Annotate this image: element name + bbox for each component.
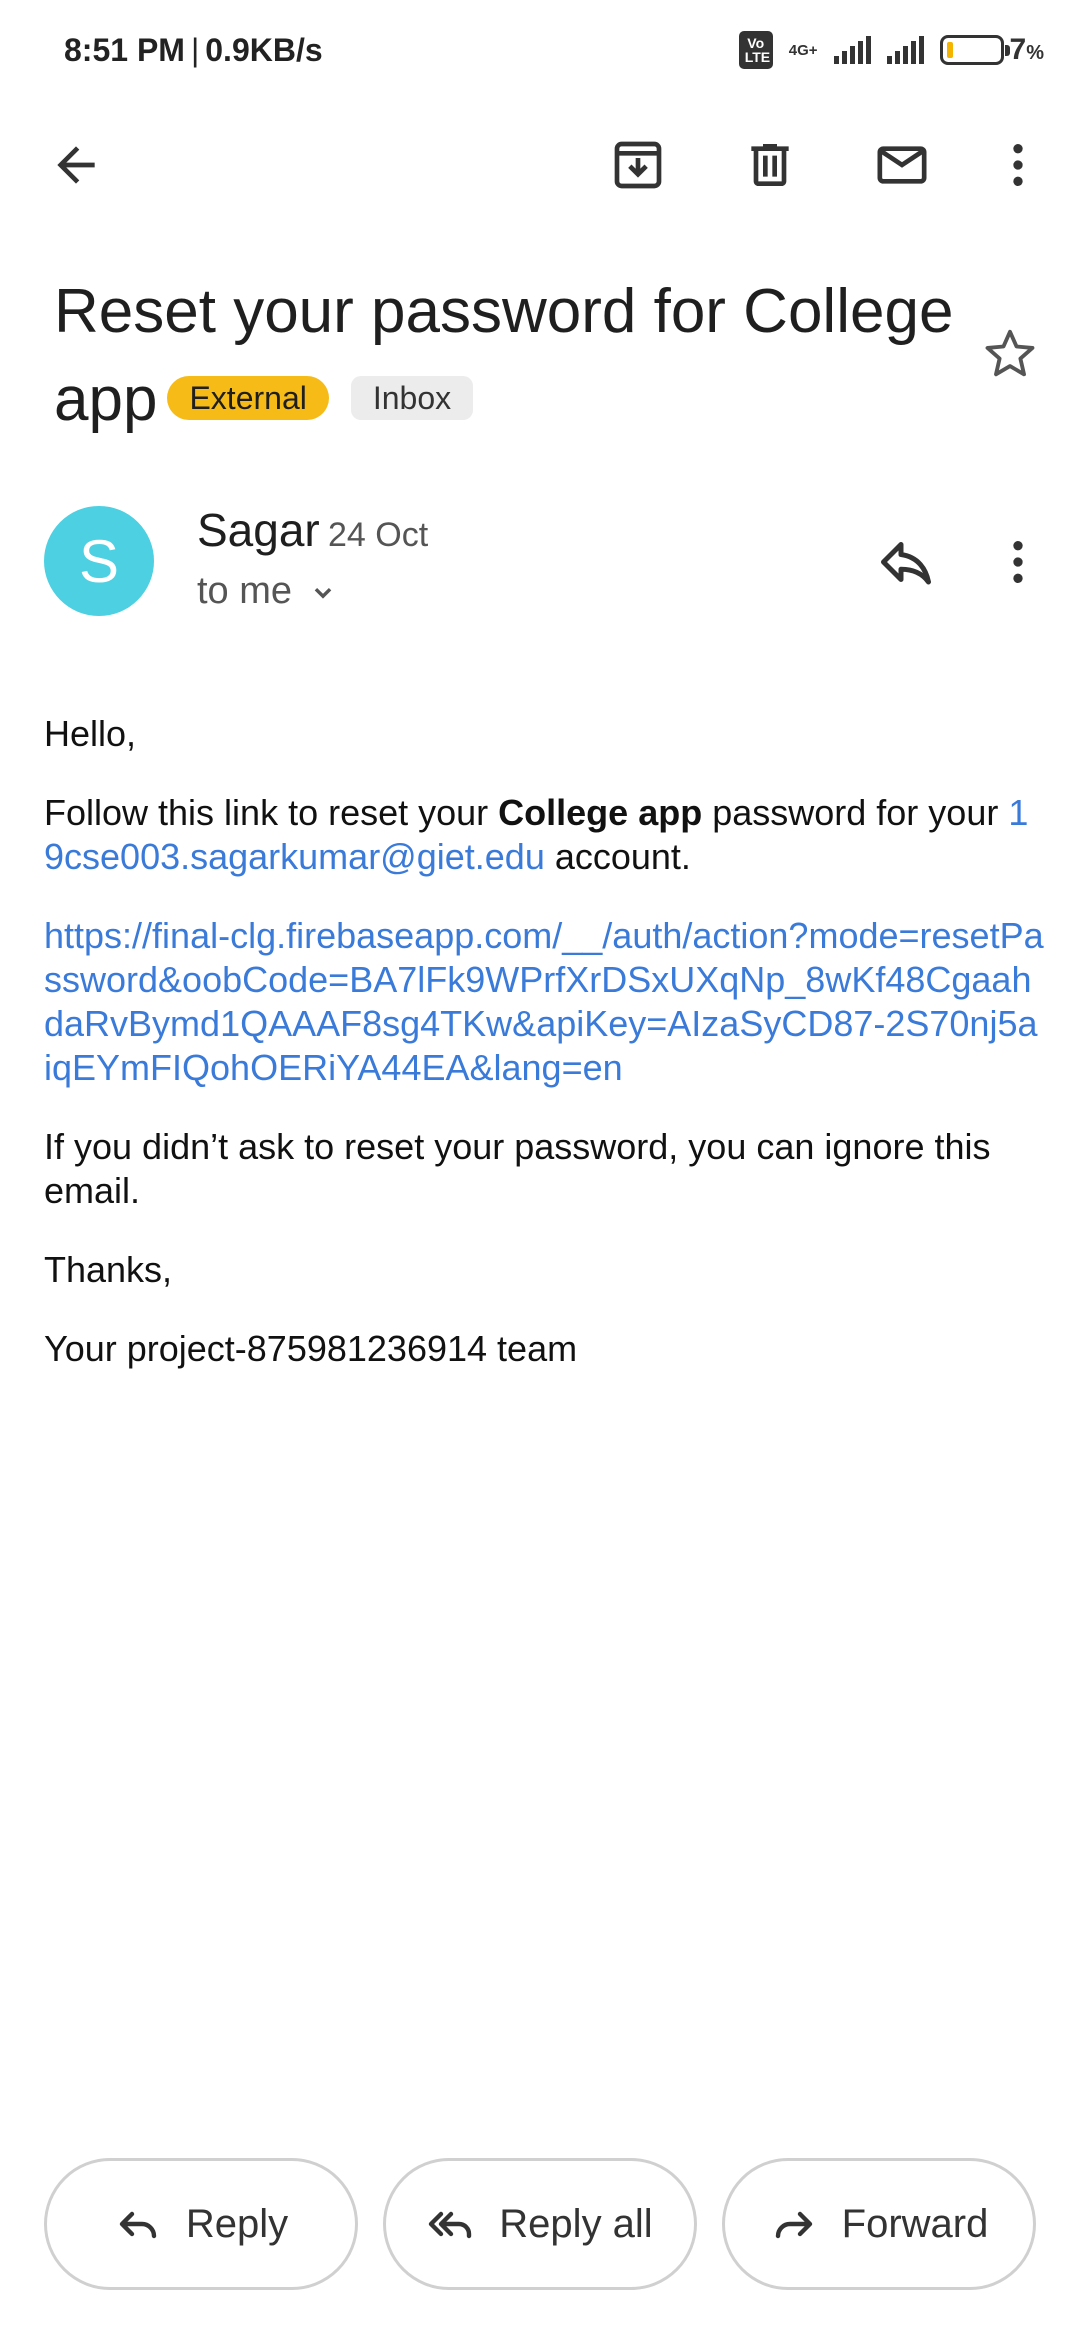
email-toolbar (0, 110, 1080, 220)
reply-button[interactable]: Reply (44, 2158, 358, 2290)
quick-reply-button[interactable] (866, 522, 946, 602)
status-separator: | (190, 31, 200, 68)
mail-icon (877, 146, 927, 184)
sender-name: Sagar (197, 504, 320, 556)
status-icons: Vo LTE 4G+ 7% (738, 31, 1044, 69)
battery-icon (939, 35, 1010, 65)
mark-unread-button[interactable] (862, 125, 942, 205)
status-time: 8:51 PM (64, 31, 185, 68)
reply-label: Reply (185, 2201, 289, 2246)
sender-avatar[interactable]: S (44, 506, 154, 616)
inbox-label-chip[interactable]: Inbox (350, 375, 474, 420)
recipient-details-toggle[interactable]: to me (197, 570, 340, 613)
reply-all-label: Reply all (499, 2201, 653, 2246)
status-bar: 8:51 PM | 0.9KB/s Vo LTE 4G+ 7% (0, 0, 1080, 100)
email-body: Hello, Follow this link to reset your Co… (44, 712, 1044, 1406)
forward-icon (775, 2211, 812, 2239)
more-vert-icon (1013, 541, 1023, 583)
star-icon (985, 329, 1035, 377)
signal-strength-icon-2 (886, 36, 924, 64)
archive-button[interactable] (598, 125, 678, 205)
more-vert-icon (1013, 144, 1023, 186)
recipient-label: to me (197, 570, 293, 612)
body-greeting: Hello, (44, 713, 137, 754)
external-label-chip: External (167, 375, 329, 420)
more-options-button[interactable] (978, 125, 1058, 205)
back-button[interactable] (36, 125, 116, 205)
body-thanks: Thanks, (44, 1249, 173, 1290)
email-subject: Reset your password for College app Exter… (54, 268, 954, 444)
star-button[interactable] (974, 318, 1046, 390)
delete-icon (751, 144, 789, 186)
archive-icon (614, 141, 662, 189)
volte-icon: Vo LTE (738, 31, 773, 69)
body-signature: Your project-875981236914 team (44, 1328, 578, 1369)
reply-icon (119, 2211, 157, 2239)
reply-all-button[interactable]: Reply all (383, 2158, 697, 2290)
message-more-button[interactable] (978, 522, 1058, 602)
bottom-actions: Reply Reply all Forward (44, 2158, 1036, 2290)
status-net-speed: 0.9KB/s (205, 31, 323, 68)
delete-button[interactable] (730, 125, 810, 205)
signal-strength-icon (833, 36, 871, 64)
body-ignore-note: If you didn’t ask to reset your password… (44, 1126, 991, 1211)
chevron-down-icon (314, 587, 332, 599)
battery-indicator: 7% (939, 33, 1044, 67)
forward-button[interactable]: Forward (722, 2158, 1036, 2290)
status-time-speed: 8:51 PM | 0.9KB/s (64, 32, 323, 69)
email-date: 24 Oct (328, 516, 429, 554)
network-type-label: 4G+ (788, 41, 818, 59)
reply-all-icon (429, 2211, 472, 2239)
back-arrow-icon (57, 146, 95, 184)
forward-label: Forward (841, 2201, 989, 2246)
battery-percent: 7% (1009, 33, 1044, 66)
reply-icon (881, 542, 931, 585)
body-instruction: Follow this link to reset your College a… (44, 792, 1029, 877)
reset-password-link[interactable]: https://final-clg.firebaseapp.com/__/aut… (44, 915, 1044, 1088)
app-name: College app (498, 792, 703, 833)
